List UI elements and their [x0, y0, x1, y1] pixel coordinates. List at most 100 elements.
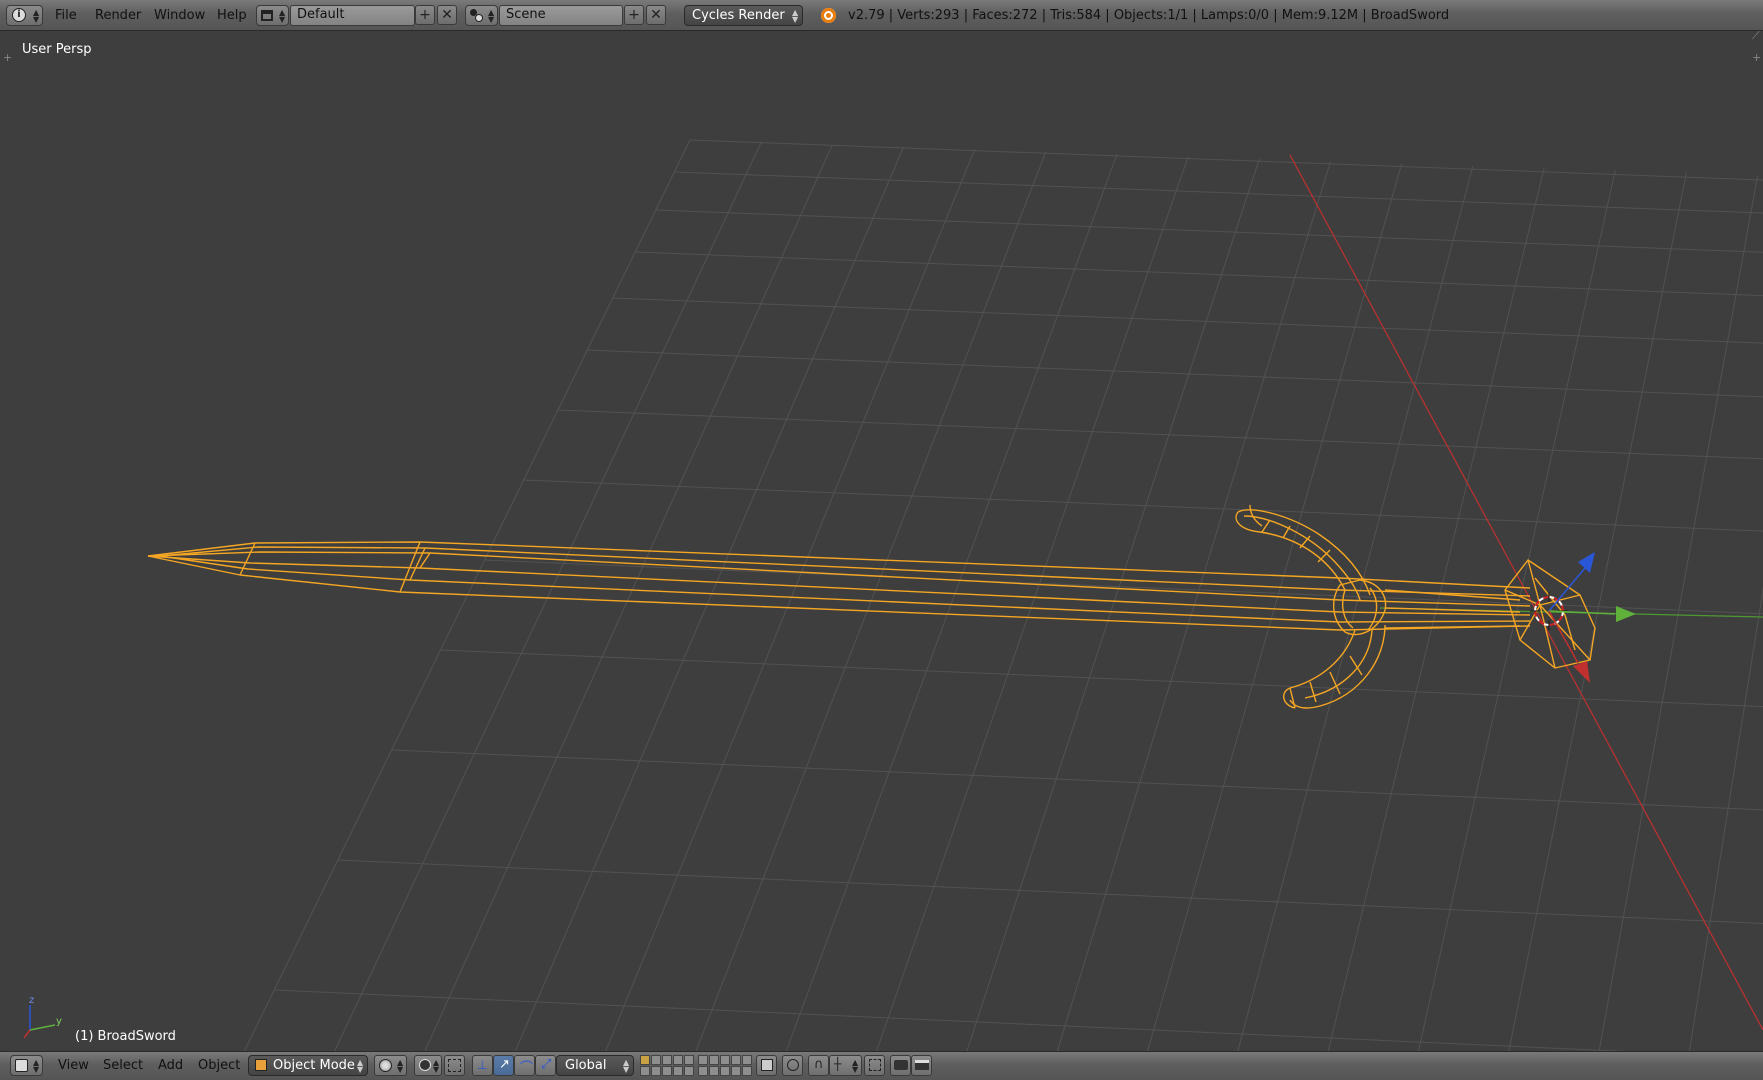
menu-object[interactable]: Object — [192, 1056, 246, 1075]
axis-label-z: z — [29, 995, 34, 1006]
render-engine-label: Cycles Render — [692, 8, 785, 23]
add-scene-button[interactable]: + — [624, 5, 644, 25]
layout-browse-button[interactable]: ▲ ▼ — [256, 5, 289, 26]
opengl-render-button[interactable] — [890, 1055, 911, 1076]
layer-button[interactable] — [731, 1055, 741, 1065]
opengl-animation-button[interactable] — [911, 1055, 932, 1076]
3d-view-header: ▲ ▼ View Select Add Object Object Mode ▲ ▼… — [0, 1051, 1763, 1080]
layer-button[interactable] — [698, 1055, 708, 1065]
clapperboard-icon — [915, 1060, 929, 1070]
snap-element-button[interactable]: ┼ ▲ ▼ — [829, 1055, 862, 1076]
layer-button[interactable] — [720, 1055, 730, 1065]
broadsword-wireframe[interactable] — [147, 504, 1596, 709]
layer-button[interactable] — [720, 1066, 730, 1076]
layer-button[interactable] — [709, 1055, 719, 1065]
chevron-updown-icon: ▲ ▼ — [33, 8, 40, 24]
close-icon: ✕ — [441, 7, 453, 23]
rotate-manipulator-button[interactable]: ⌒ — [514, 1055, 535, 1076]
scene-browse-button[interactable]: ▲ ▼ — [465, 5, 498, 26]
interaction-mode-select[interactable]: Object Mode ▲ ▼ — [248, 1055, 368, 1076]
menu-add[interactable]: Add — [152, 1056, 189, 1075]
arrow-icon: ↗ — [499, 1057, 510, 1072]
menu-view[interactable]: View — [52, 1056, 95, 1075]
menu-file[interactable]: File — [49, 6, 83, 25]
transform-orientation-label: Global — [565, 1058, 607, 1073]
layer-button[interactable] — [640, 1066, 650, 1076]
snap-target-button[interactable] — [864, 1055, 885, 1076]
viewport-canvas[interactable]: z y — [0, 31, 1763, 1051]
translate-manipulator-button[interactable]: ↗ — [493, 1055, 514, 1076]
scene-layers-group-1[interactable] — [640, 1055, 694, 1076]
layer-button[interactable] — [651, 1055, 661, 1065]
scene-layers-group-2[interactable] — [698, 1055, 752, 1076]
interaction-mode-label: Object Mode — [273, 1058, 355, 1073]
editor-type-button[interactable]: i ▲ ▼ — [6, 5, 43, 26]
layer-button[interactable] — [662, 1055, 672, 1065]
active-object-label: (1) BroadSword — [75, 1029, 176, 1044]
pivot-point-button[interactable]: ▲ ▼ — [414, 1055, 442, 1076]
snap-target-icon — [869, 1059, 881, 1071]
scene-name-field[interactable]: Scene — [499, 5, 623, 26]
layer-button[interactable] — [640, 1055, 650, 1065]
camera-icon — [894, 1060, 908, 1070]
chevron-updown-icon: ▲ ▼ — [623, 1058, 630, 1074]
snap-toggle-button[interactable]: ∩ — [808, 1055, 829, 1076]
add-layout-button[interactable]: + — [415, 5, 435, 25]
chevron-updown-icon: ▲ ▼ — [852, 1058, 859, 1074]
wireframe-sphere-icon — [379, 1059, 392, 1072]
layout-icon — [261, 10, 273, 21]
chevron-updown-icon: ▲ ▼ — [279, 8, 286, 24]
info-icon: i — [12, 8, 26, 22]
axis-gizmo: z y — [23, 995, 62, 1039]
manipulator-toggle-button[interactable]: ⊥ — [472, 1055, 493, 1076]
origins-icon — [448, 1059, 461, 1072]
plus-icon: + — [628, 7, 640, 23]
proportional-editing-button[interactable] — [782, 1055, 803, 1076]
menu-window[interactable]: Window — [148, 6, 211, 25]
chevron-updown-icon: ▲ ▼ — [33, 1058, 40, 1074]
chevron-updown-icon: ▲ ▼ — [792, 8, 799, 24]
layer-button[interactable] — [673, 1055, 683, 1065]
3d-view-icon — [15, 1059, 28, 1072]
layout-name-field[interactable]: Default — [290, 5, 415, 26]
viewport-shading-button[interactable]: ▲ ▼ — [374, 1055, 407, 1076]
object-mode-icon — [255, 1059, 267, 1071]
layer-button[interactable] — [709, 1066, 719, 1076]
x-arrow-handle — [1573, 661, 1590, 683]
manipulator-icon: ⊥ — [477, 1058, 488, 1072]
layer-button[interactable] — [731, 1066, 741, 1076]
layer-button[interactable] — [673, 1066, 683, 1076]
layer-button[interactable] — [662, 1066, 672, 1076]
lock-layers-button[interactable] — [756, 1055, 777, 1076]
editor-type-button[interactable]: ▲ ▼ — [10, 1055, 43, 1076]
layer-button[interactable] — [742, 1055, 752, 1065]
magnet-icon: ∩ — [814, 1057, 824, 1072]
toolshelf-toggle[interactable]: ⟋ — [1752, 29, 1760, 43]
layer-button[interactable] — [684, 1066, 694, 1076]
menu-help[interactable]: Help — [211, 6, 253, 25]
menu-select[interactable]: Select — [97, 1056, 149, 1075]
layer-button[interactable] — [742, 1066, 752, 1076]
menu-render[interactable]: Render — [89, 6, 147, 25]
scene-icon — [470, 9, 483, 22]
3d-viewport[interactable]: z y + + ⟋ — [0, 29, 1763, 1051]
close-icon: ✕ — [650, 7, 662, 23]
view-perspective-label: User Persp — [22, 42, 92, 57]
area-split-corner-left[interactable]: + — [3, 51, 12, 64]
axis-label-y: y — [56, 1016, 62, 1027]
chevron-updown-icon: ▲ ▼ — [357, 1058, 364, 1074]
scene-stats: v2.79 | Verts:293 | Faces:272 | Tris:584… — [848, 8, 1450, 23]
layer-button[interactable] — [698, 1066, 708, 1076]
transform-orientation-select[interactable]: Global ▲ ▼ — [556, 1055, 634, 1076]
snap-increment-icon: ┼ — [834, 1057, 842, 1071]
z-arrow-handle — [1578, 552, 1595, 573]
scale-manipulator-button[interactable]: ⤢ — [535, 1055, 556, 1076]
layer-button[interactable] — [684, 1055, 694, 1065]
remove-scene-button[interactable]: ✕ — [646, 5, 666, 25]
only-origins-button[interactable] — [444, 1055, 465, 1076]
blender-logo-icon — [821, 8, 836, 23]
layer-button[interactable] — [651, 1066, 661, 1076]
remove-layout-button[interactable]: ✕ — [437, 5, 457, 25]
render-engine-select[interactable]: Cycles Render ▲ ▼ — [684, 5, 803, 26]
area-split-corner-right[interactable]: + — [1752, 51, 1761, 64]
